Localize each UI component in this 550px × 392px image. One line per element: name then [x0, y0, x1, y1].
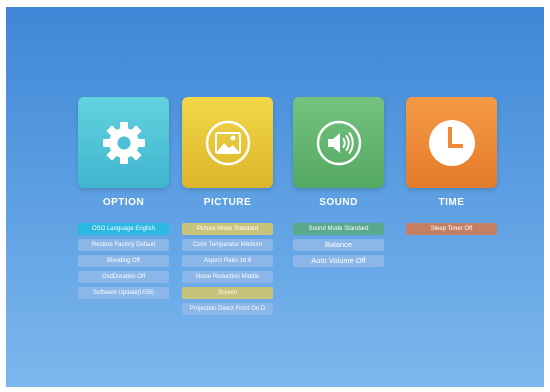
- category-title-time: TIME: [438, 197, 465, 208]
- menu-item-software-update[interactable]: Software Update(USB): [78, 287, 169, 299]
- menu-item-projection-direction[interactable]: Projection Direct Front On D: [182, 303, 273, 315]
- menu-item-auto-volume[interactable]: Auto Volume Off: [293, 255, 384, 267]
- menu-item-picture-mode[interactable]: Picture Mode Standard: [182, 223, 273, 235]
- menu-item-blending[interactable]: Blending Off: [78, 255, 169, 267]
- category-title-picture: PICTURE: [203, 197, 252, 208]
- sound-menu: Sound Mode Standard Balance Auto Volume …: [293, 223, 384, 271]
- menu-item-screen[interactable]: Screen: [182, 287, 273, 299]
- menu-item-restore-factory-default[interactable]: Restore Factory Default: [78, 239, 169, 251]
- tile-option[interactable]: [78, 97, 169, 188]
- picture-menu: Picture Mode Standard Color Temperatur M…: [182, 223, 273, 319]
- settings-screen: OPTION OSO Language English Restore Fact…: [6, 7, 544, 387]
- clock-icon: [428, 119, 475, 166]
- category-title-option: OPTION: [102, 197, 145, 208]
- menu-item-noise-reduction[interactable]: Noise Reduction Middle: [182, 271, 273, 283]
- menu-item-osd-language[interactable]: OSO Language English: [78, 223, 169, 235]
- speaker-icon: [316, 120, 361, 165]
- menu-item-sleep-timer[interactable]: Sleep Timer Off: [406, 223, 497, 235]
- category-title-sound: SOUND: [319, 197, 358, 208]
- tile-picture[interactable]: [182, 97, 273, 188]
- menu-item-color-temperature[interactable]: Color Temperatur Medium: [182, 239, 273, 251]
- time-menu: Sleep Timer Off: [406, 223, 497, 239]
- picture-icon: [205, 120, 250, 165]
- tile-sound[interactable]: [293, 97, 384, 188]
- menu-item-aspect-ratio[interactable]: Aspect Ratio 16:9: [182, 255, 273, 267]
- menu-item-balance[interactable]: Balance: [293, 239, 384, 251]
- menu-item-sound-mode[interactable]: Sound Mode Standard: [293, 223, 384, 235]
- option-menu: OSO Language English Restore Factory Def…: [78, 223, 169, 303]
- gear-icon: [102, 121, 145, 164]
- menu-item-osd-duration[interactable]: OsdDuration Off: [78, 271, 169, 283]
- tile-time[interactable]: [406, 97, 497, 188]
